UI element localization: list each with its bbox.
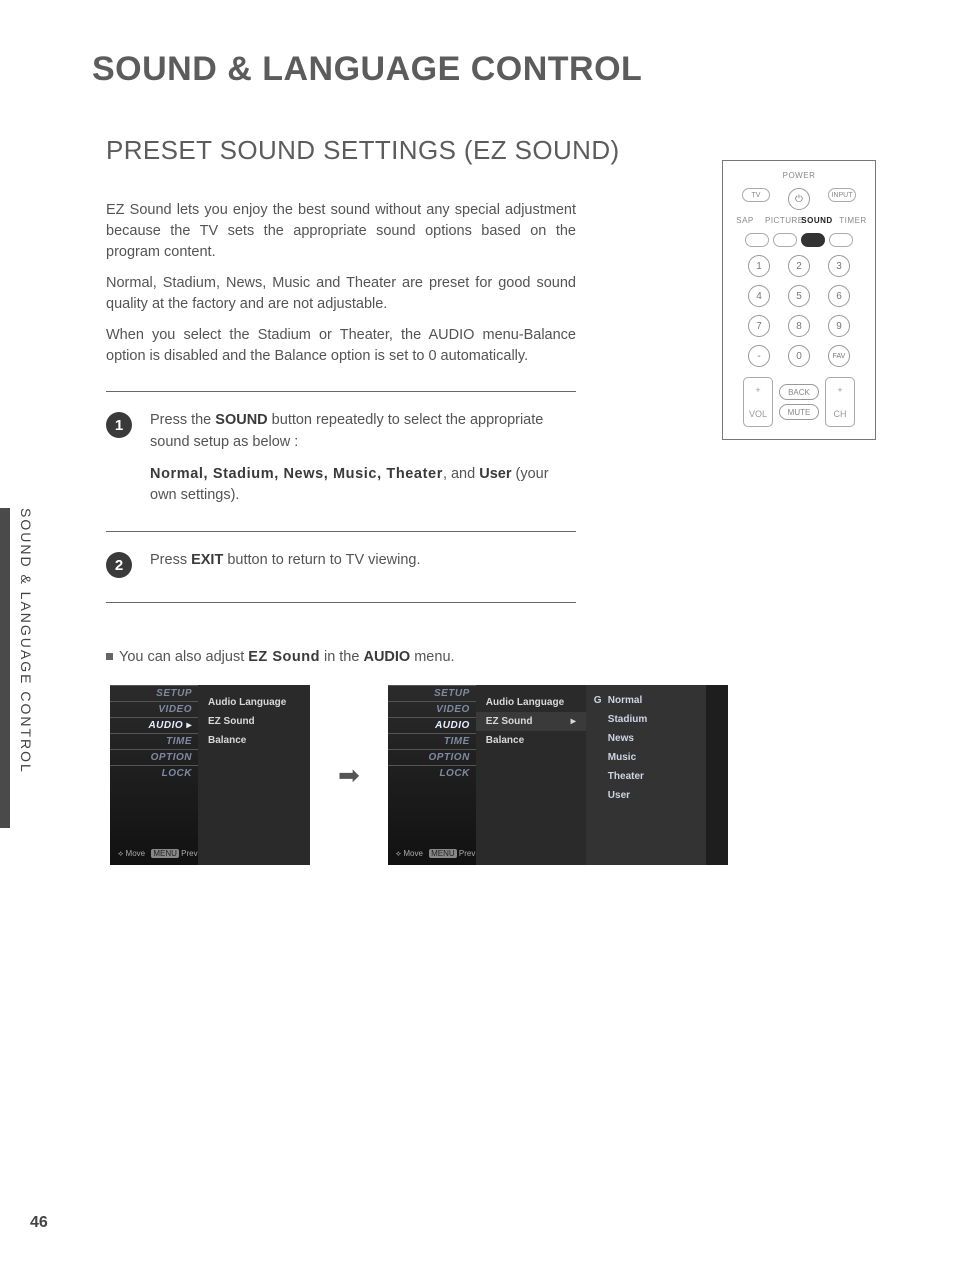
osd-tab-setup: SETUP <box>388 685 476 701</box>
remote-key-0: 0 <box>788 345 810 367</box>
page-number: 46 <box>30 1214 48 1232</box>
remote-key-9: 9 <box>828 315 850 337</box>
remote-key-7: 7 <box>748 315 770 337</box>
note-mid: in the <box>320 649 364 665</box>
osd-opt-user: User <box>586 786 706 805</box>
remote-mute-button: MUTE <box>779 404 819 420</box>
bullet-icon <box>106 653 113 660</box>
osd-item-ez-sound: EZ Sound▸ <box>476 712 586 731</box>
osd-tab-option: OPTION <box>388 749 476 765</box>
osd-tab-time: TIME <box>388 733 476 749</box>
osd-item-ez-sound: EZ Sound <box>198 712 310 731</box>
remote-sap-button <box>745 233 769 247</box>
osd-tab-time: TIME <box>110 733 198 749</box>
osd-tab-lock: LOCK <box>110 765 198 781</box>
osd-opt-stadium: Stadium <box>586 710 706 729</box>
osd-tab-audio: AUDIO ▸ <box>110 717 198 733</box>
osd-tab-video: VIDEO <box>388 701 476 717</box>
caret-right-icon: ▸ <box>571 716 576 727</box>
remote-key-5: 5 <box>788 285 810 307</box>
remote-back-button: BACK <box>779 384 819 400</box>
note-audio: AUDIO <box>363 649 410 665</box>
step-1-user: User <box>479 466 511 482</box>
remote-key-1: 1 <box>748 255 770 277</box>
page-title: SOUND & LANGUAGE CONTROL <box>92 50 894 89</box>
osd-item-audio-language: Audio Language <box>198 693 310 712</box>
remote-picture-button <box>773 233 797 247</box>
remote-power-button: ⏻ <box>788 188 810 210</box>
note-line: You can also adjust EZ Sound in the AUDI… <box>106 649 894 665</box>
osd-diagram: SETUP VIDEO AUDIO ▸ TIME OPTION LOCK Aud… <box>110 685 894 865</box>
side-chapter-label: SOUND & LANGUAGE CONTROL <box>18 508 34 774</box>
step-2-exit-label: EXIT <box>191 552 223 568</box>
separator <box>106 391 576 392</box>
osd-item-balance: Balance <box>476 731 586 750</box>
remote-key-8: 8 <box>788 315 810 337</box>
osd-tab-option: OPTION <box>110 749 198 765</box>
step-1-badge: 1 <box>106 412 132 438</box>
note-pre: You can also adjust <box>119 649 248 665</box>
osd-tab-video: VIDEO <box>110 701 198 717</box>
side-chapter-tab: SOUND & LANGUAGE CONTROL <box>0 508 30 828</box>
remote-vol-label: VOL <box>749 409 767 419</box>
osd-tab-lock: LOCK <box>388 765 476 781</box>
step-1-presets: Normal, Stadium, News, Music, Theater <box>150 466 443 482</box>
remote-key-2: 2 <box>788 255 810 277</box>
remote-label-sap: SAP <box>729 216 761 225</box>
remote-ch-label: CH <box>834 409 847 419</box>
remote-key-4: 4 <box>748 285 770 307</box>
remote-key-6: 6 <box>828 285 850 307</box>
intro-p2: Normal, Stadium, News, Music and Theater… <box>106 273 576 315</box>
remote-input-button: INPUT <box>828 188 856 202</box>
step-2-badge: 2 <box>106 552 132 578</box>
remote-ch-rocker: + CH <box>825 377 855 427</box>
step-2-text-a: Press <box>150 552 191 568</box>
step-2-text-b: button to return to TV viewing. <box>223 552 420 568</box>
osd-right: SETUP VIDEO AUDIO TIME OPTION LOCK Audio… <box>388 685 728 865</box>
osd-opt-normal: Normal <box>586 691 706 710</box>
osd-opt-news: News <box>586 729 706 748</box>
osd-item-balance: Balance <box>198 731 310 750</box>
remote-vol-rocker: + VOL <box>743 377 773 427</box>
remote-label-power: POWER <box>723 171 875 180</box>
remote-illustration: POWER TV ⏻ INPUT SAP PICTURE SOUND TIMER… <box>722 160 876 440</box>
remote-key-fav: FAV <box>828 345 850 367</box>
remote-key-3: 3 <box>828 255 850 277</box>
step-1: 1 Press the SOUND button repeatedly to s… <box>106 410 576 507</box>
osd-tab-audio: AUDIO <box>388 717 476 733</box>
osd-left: SETUP VIDEO AUDIO ▸ TIME OPTION LOCK Aud… <box>110 685 310 865</box>
remote-ch-plus: + <box>837 385 842 395</box>
osd-footer: ⟡ Move MENU Prev <box>396 849 476 859</box>
remote-label-picture: PICTURE <box>765 216 797 225</box>
remote-sound-button <box>801 233 825 247</box>
note-tail: menu. <box>410 649 454 665</box>
step-1-sound-label: SOUND <box>215 412 267 428</box>
intro-p1: EZ Sound lets you enjoy the best sound w… <box>106 200 576 263</box>
remote-key-dash: - <box>748 345 770 367</box>
separator <box>106 602 576 603</box>
osd-item-audio-language: Audio Language <box>476 693 586 712</box>
remote-label-timer: TIMER <box>837 216 869 225</box>
osd-footer: ⟡ Move MENU Prev <box>118 849 198 859</box>
osd-opt-music: Music <box>586 748 706 767</box>
step-2: 2 Press EXIT button to return to TV view… <box>106 550 576 578</box>
intro-block: EZ Sound lets you enjoy the best sound w… <box>106 200 576 367</box>
osd-tab-setup: SETUP <box>110 685 198 701</box>
osd-opt-theater: Theater <box>586 767 706 786</box>
step-1-and: , and <box>443 466 479 482</box>
note-ezsound: EZ Sound <box>248 649 320 665</box>
intro-p3: When you select the Stadium or Theater, … <box>106 325 576 367</box>
remote-tv-button: TV <box>742 188 770 202</box>
arrow-right-icon: ➡ <box>338 760 360 791</box>
remote-label-sound: SOUND <box>801 216 833 225</box>
remote-timer-button <box>829 233 853 247</box>
remote-vol-plus: + <box>755 385 760 395</box>
step-1-text-a: Press the <box>150 412 215 428</box>
separator <box>106 531 576 532</box>
